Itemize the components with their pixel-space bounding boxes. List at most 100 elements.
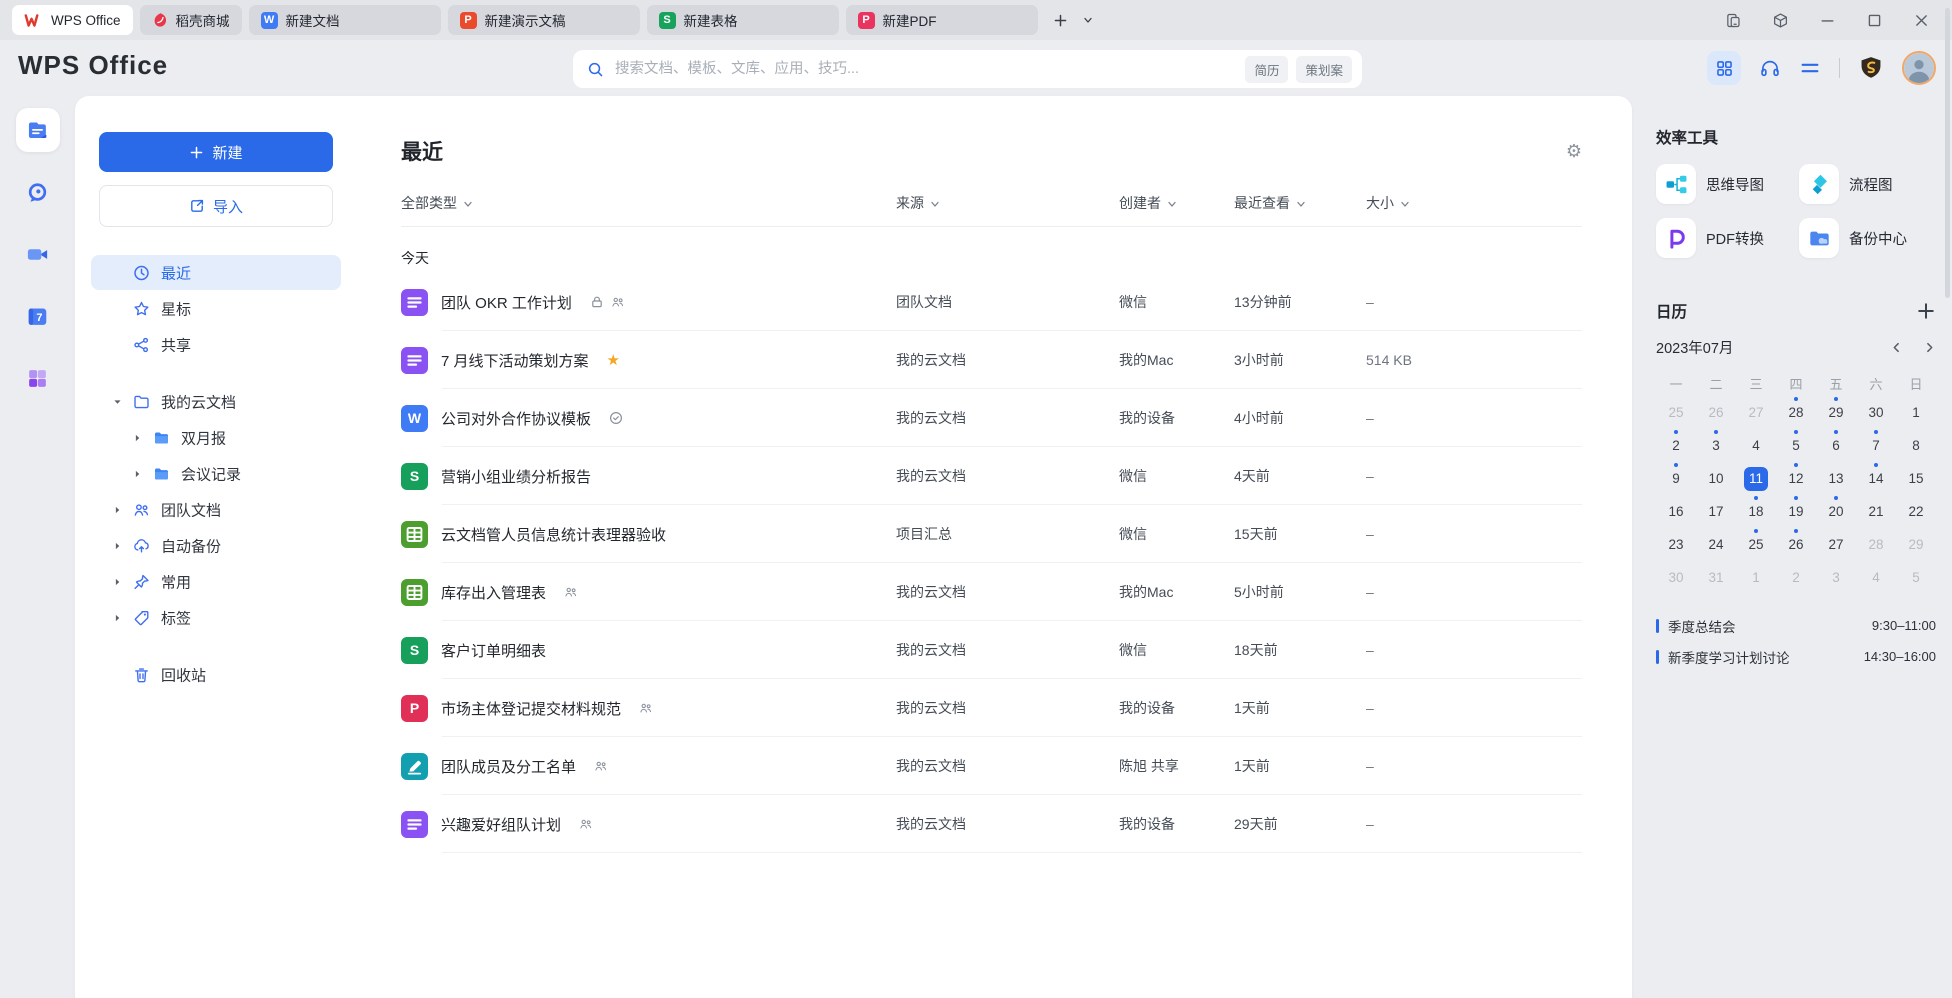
calendar-day-13[interactable]: 13 xyxy=(1816,462,1856,495)
calendar-day-26[interactable]: 26 xyxy=(1776,528,1816,561)
calendar-day-11[interactable]: 11 xyxy=(1736,462,1776,495)
calendar-event[interactable]: 新季度学习计划讨论14:30–16:00 xyxy=(1656,641,1936,672)
new-document-button[interactable]: 新建 xyxy=(99,132,333,172)
tool-PDF转换[interactable]: PDF转换 xyxy=(1656,218,1793,258)
calendar-prev-icon[interactable] xyxy=(1890,341,1903,354)
tab-稻壳商城[interactable]: 稻壳商城 xyxy=(140,5,242,35)
sidebar-item-共享[interactable]: 共享 xyxy=(91,327,341,362)
calendar-day-2[interactable]: 2 xyxy=(1656,429,1696,462)
search-input[interactable] xyxy=(613,60,1245,78)
calendar-day-24[interactable]: 24 xyxy=(1696,528,1736,561)
calendar-day-23[interactable]: 23 xyxy=(1656,528,1696,561)
rail-item-apps[interactable] xyxy=(16,356,60,400)
tab-新建文档[interactable]: W新建文档 xyxy=(249,5,441,35)
apps-grid-button[interactable] xyxy=(1707,51,1741,85)
table-row[interactable]: S营销小组业绩分析报告我的云文档微信4天前– xyxy=(401,447,1582,505)
gear-icon[interactable]: ⚙ xyxy=(1566,142,1582,160)
caret-right-icon[interactable] xyxy=(111,575,124,588)
sidebar-item-常用[interactable]: 常用 xyxy=(91,564,341,599)
filter-全部类型[interactable]: 全部类型 xyxy=(401,193,896,213)
tab-新建演示文稿[interactable]: P新建演示文稿 xyxy=(448,5,640,35)
calendar-day-25[interactable]: 25 xyxy=(1656,396,1696,429)
new-tab-button[interactable] xyxy=(1048,7,1074,33)
table-row[interactable]: W公司对外合作协议模板我的云文档我的设备4小时前– xyxy=(401,389,1582,447)
sidebar-item-双月报[interactable]: 双月报 xyxy=(91,420,341,455)
calendar-day-25[interactable]: 25 xyxy=(1736,528,1776,561)
calendar-day-7[interactable]: 7 xyxy=(1856,429,1896,462)
table-row[interactable]: S客户订单明细表我的云文档微信18天前– xyxy=(401,621,1582,679)
sidebar-item-标签[interactable]: 标签 xyxy=(91,600,341,635)
table-row[interactable]: 7 月线下活动策划方案★我的云文档我的Mac3小时前514 KB xyxy=(401,331,1582,389)
table-row[interactable]: 云文档管人员信息统计表理器验收项目汇总微信15天前– xyxy=(401,505,1582,563)
calendar-day-15[interactable]: 15 xyxy=(1896,462,1936,495)
calendar-day-14[interactable]: 14 xyxy=(1856,462,1896,495)
sidebar-item-最近[interactable]: 最近 xyxy=(91,255,341,290)
rail-item-chat[interactable] xyxy=(16,170,60,214)
table-row[interactable]: 兴趣爱好组队计划我的云文档我的设备29天前– xyxy=(401,795,1582,853)
sidebar-item-我的云文档[interactable]: 我的云文档 xyxy=(91,384,341,419)
avatar[interactable] xyxy=(1902,51,1936,85)
caret-right-icon[interactable] xyxy=(131,431,144,444)
calendar-day-28[interactable]: 28 xyxy=(1776,396,1816,429)
calendar-day-2[interactable]: 2 xyxy=(1776,561,1816,594)
search-tag[interactable]: 策划案 xyxy=(1296,56,1352,83)
calendar-day-19[interactable]: 19 xyxy=(1776,495,1816,528)
calendar-day-1[interactable]: 1 xyxy=(1736,561,1776,594)
sidebar-item-会议记录[interactable]: 会议记录 xyxy=(91,456,341,491)
sidebar-item-星标[interactable]: 星标 xyxy=(91,291,341,326)
tab-list-dropdown[interactable] xyxy=(1078,10,1098,30)
calendar-day-18[interactable]: 18 xyxy=(1736,495,1776,528)
calendar-day-5[interactable]: 5 xyxy=(1776,429,1816,462)
calendar-day-27[interactable]: 27 xyxy=(1816,528,1856,561)
calendar-day-31[interactable]: 31 xyxy=(1696,561,1736,594)
close-icon[interactable] xyxy=(1913,12,1930,29)
sidebar-item-回收站[interactable]: 回收站 xyxy=(91,657,341,692)
calendar-day-4[interactable]: 4 xyxy=(1856,561,1896,594)
calendar-day-29[interactable]: 29 xyxy=(1896,528,1936,561)
headset-button[interactable] xyxy=(1759,57,1781,79)
calendar-day-16[interactable]: 16 xyxy=(1656,495,1696,528)
caret-right-icon[interactable] xyxy=(111,611,124,624)
calendar-day-29[interactable]: 29 xyxy=(1816,396,1856,429)
scrollbar-thumb[interactable] xyxy=(1945,8,1950,298)
table-row[interactable]: 库存出入管理表我的云文档我的Mac5小时前– xyxy=(401,563,1582,621)
tool-备份中心[interactable]: 备份中心 xyxy=(1799,218,1936,258)
calendar-day-20[interactable]: 20 xyxy=(1816,495,1856,528)
maximize-icon[interactable] xyxy=(1866,12,1883,29)
calendar-day-17[interactable]: 17 xyxy=(1696,495,1736,528)
sidebar-item-自动备份[interactable]: 自动备份 xyxy=(91,528,341,563)
calendar-day-3[interactable]: 3 xyxy=(1816,561,1856,594)
calendar-day-26[interactable]: 26 xyxy=(1696,396,1736,429)
calendar-event[interactable]: 季度总结会9:30–11:00 xyxy=(1656,610,1936,641)
menu-lines-button[interactable] xyxy=(1799,57,1821,79)
calendar-day-22[interactable]: 22 xyxy=(1896,495,1936,528)
calendar-day-6[interactable]: 6 xyxy=(1816,429,1856,462)
calendar-day-28[interactable]: 28 xyxy=(1856,528,1896,561)
tab-WPS Office[interactable]: WPS Office xyxy=(12,5,133,35)
import-button[interactable]: 导入 xyxy=(99,185,333,227)
filter-创建者[interactable]: 创建者 xyxy=(1119,193,1234,213)
table-row[interactable]: 团队 OKR 工作计划团队文档微信13分钟前– xyxy=(401,273,1582,331)
calendar-day-21[interactable]: 21 xyxy=(1856,495,1896,528)
calendar-day-3[interactable]: 3 xyxy=(1696,429,1736,462)
calendar-day-30[interactable]: 30 xyxy=(1856,396,1896,429)
calendar-day-27[interactable]: 27 xyxy=(1736,396,1776,429)
minimize-icon[interactable] xyxy=(1819,12,1836,29)
workspace-cube-icon[interactable] xyxy=(1772,12,1789,29)
rail-item-calendar7[interactable]: 7 xyxy=(16,294,60,338)
rail-item-meeting[interactable] xyxy=(16,232,60,276)
tool-流程图[interactable]: 流程图 xyxy=(1799,164,1936,204)
calendar-day-30[interactable]: 30 xyxy=(1656,561,1696,594)
member-badge[interactable] xyxy=(1858,55,1884,81)
calendar-day-8[interactable]: 8 xyxy=(1896,429,1936,462)
tab-新建表格[interactable]: S新建表格 xyxy=(647,5,839,35)
filter-大小[interactable]: 大小 xyxy=(1366,193,1582,213)
caret-right-icon[interactable] xyxy=(111,539,124,552)
filter-来源[interactable]: 来源 xyxy=(896,193,1119,213)
sidebar-item-团队文档[interactable]: 团队文档 xyxy=(91,492,341,527)
calendar-day-1[interactable]: 1 xyxy=(1896,396,1936,429)
tab-新建PDF[interactable]: P新建PDF xyxy=(846,5,1038,35)
calendar-day-9[interactable]: 9 xyxy=(1656,462,1696,495)
rail-item-docs[interactable] xyxy=(16,108,60,152)
calendar-next-icon[interactable] xyxy=(1923,341,1936,354)
